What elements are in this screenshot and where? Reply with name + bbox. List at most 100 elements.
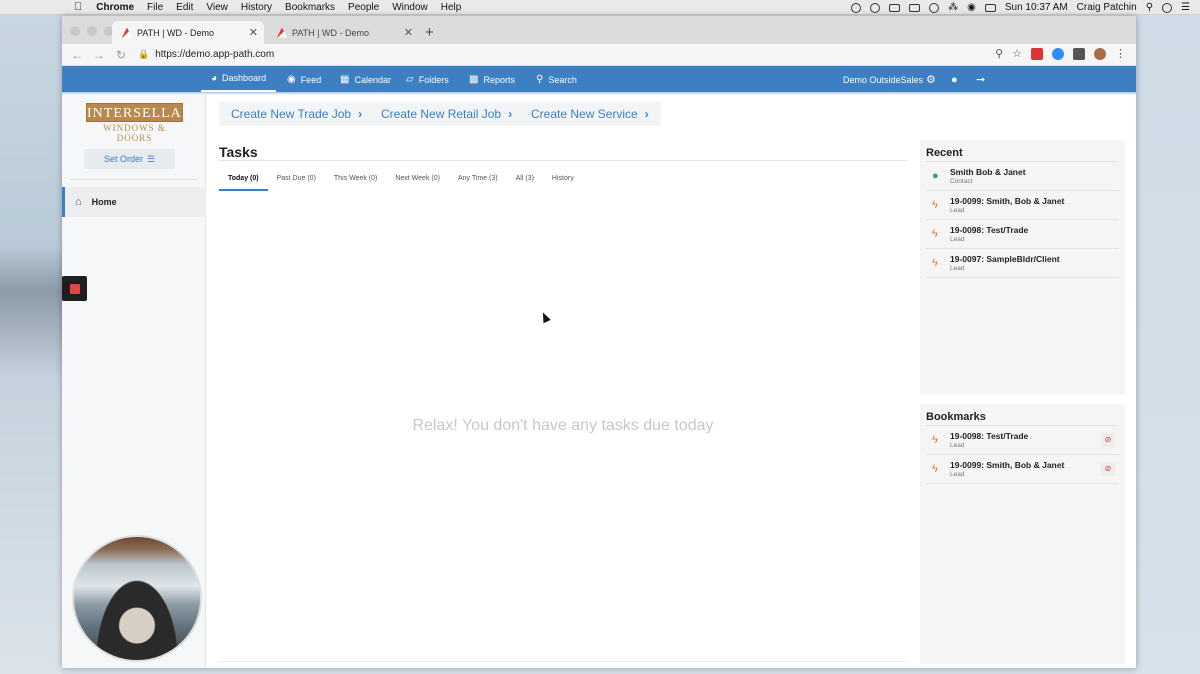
apple-icon[interactable]:  (74, 1, 82, 13)
battery-icon[interactable] (984, 3, 996, 12)
nav-reports[interactable]: ▩ Reports (469, 66, 515, 93)
recent-item-type: Lead (950, 236, 965, 243)
account-name[interactable]: Demo OutsideSales (843, 66, 923, 93)
create-trade-job-button[interactable]: Create New Trade Job › (219, 102, 375, 126)
status-icon[interactable] (909, 3, 921, 12)
profile-avatar[interactable] (1094, 47, 1106, 60)
zoom-extension-icon[interactable] (1052, 47, 1064, 60)
menu-history[interactable]: History (241, 2, 272, 13)
contact-person-icon: ● (932, 170, 939, 182)
recording-stop-button[interactable] (62, 276, 87, 301)
tab-this-week[interactable]: This Week (0) (325, 170, 386, 191)
address-bar[interactable]: https://demo.app-path.com (155, 49, 274, 60)
bookmark-star-icon[interactable]: ☆ (1012, 47, 1022, 60)
menu-help[interactable]: Help (441, 2, 462, 13)
wifi-icon[interactable]: ◉ (967, 2, 976, 13)
recent-item[interactable]: ϟ 19-0099: Smith, Bob & Janet Lead (926, 191, 1119, 220)
back-icon[interactable]: ← (70, 48, 84, 62)
minimize-window-button[interactable] (87, 26, 97, 36)
recent-item[interactable]: ● Smith Bob & Janet Contact (926, 162, 1119, 191)
chat-icon[interactable]: ● (951, 66, 958, 93)
new-tab-button[interactable]: + (425, 24, 434, 41)
menu-window[interactable]: Window (392, 2, 428, 13)
set-order-button[interactable]: Set Order ☰ (84, 149, 175, 169)
extension-icon[interactable] (1031, 47, 1043, 60)
app-nav-bar: ◕ Dashboard ◉ Feed ▦ Calendar ▱ Folders … (62, 66, 1136, 93)
nav-feed-label: Feed (300, 74, 322, 85)
tab-title: PATH | WD - Demo (292, 27, 370, 38)
company-logo[interactable]: INTERSELLAR WINDOWS & DOORS (86, 103, 191, 143)
lead-bolt-icon: ϟ (932, 434, 938, 446)
browser-menu-icon[interactable]: ⋮ (1115, 47, 1126, 60)
bookmark-item[interactable]: ϟ 19-0099: Smith, Bob & Janet Lead ⊘ (926, 455, 1119, 484)
nav-dashboard-label: Dashboard (222, 73, 267, 83)
recent-item[interactable]: ϟ 19-0097: SampleBldr/Client Lead (926, 249, 1119, 278)
menubar-user[interactable]: Craig Patchin (1077, 2, 1137, 13)
close-window-button[interactable] (70, 26, 80, 36)
remove-bookmark-icon[interactable]: ⊘ (1101, 433, 1115, 447)
chevron-right-icon: › (358, 107, 363, 121)
create-retail-job-label: Create New Retail Job (381, 107, 502, 121)
tab-today[interactable]: Today (0) (219, 170, 268, 191)
status-icon[interactable] (851, 2, 862, 13)
create-retail-job-button[interactable]: Create New Retail Job › (369, 102, 525, 126)
logo-bottom: WINDOWS & DOORS (103, 123, 166, 143)
lock-icon[interactable]: 🔒 (138, 49, 149, 60)
status-icon[interactable] (870, 2, 881, 13)
remove-bookmark-icon[interactable]: ⊘ (1101, 462, 1115, 476)
bookmark-item-name: 19-0099: Smith, Bob & Janet (950, 460, 1065, 470)
menu-file[interactable]: File (147, 2, 163, 13)
recent-title: Recent (926, 147, 963, 159)
recent-item-type: Lead (950, 207, 965, 214)
key-icon[interactable]: ⚲ (995, 47, 1003, 60)
lead-bolt-icon: ϟ (932, 257, 938, 269)
settings-gear-icon[interactable]: ⚙ (926, 66, 936, 93)
extension-icon[interactable] (1073, 47, 1085, 60)
siri-icon[interactable] (1162, 2, 1173, 13)
menu-bookmarks[interactable]: Bookmarks (285, 2, 335, 13)
logout-icon[interactable]: ➞ (976, 66, 985, 93)
nav-search[interactable]: ⚲ Search (536, 66, 577, 93)
browser-tab[interactable]: PATH | WD - Demo ✕ (267, 21, 419, 44)
menu-app-name[interactable]: Chrome (96, 2, 134, 13)
bookmark-item[interactable]: ϟ 19-0098: Test/Trade Lead ⊘ (926, 426, 1119, 455)
menu-view[interactable]: View (206, 2, 228, 13)
chevron-right-icon: › (644, 107, 649, 121)
webcam-overlay (72, 535, 202, 662)
tab-all[interactable]: All (3) (507, 170, 543, 191)
bookmark-item-name: 19-0098: Test/Trade (950, 431, 1029, 441)
recent-item-name: 19-0098: Test/Trade (950, 225, 1029, 235)
time-machine-icon[interactable] (929, 2, 940, 13)
tab-any-time[interactable]: Any Time (3) (449, 170, 507, 191)
notification-center-icon[interactable]: ☰ (1181, 2, 1190, 13)
nav-reports-label: Reports (483, 74, 515, 85)
browser-tab-active[interactable]: PATH | WD - Demo ✕ (112, 21, 264, 44)
reload-icon[interactable]: ↻ (114, 48, 128, 62)
forward-icon[interactable]: → (92, 48, 106, 62)
nav-dashboard[interactable]: ◕ Dashboard (201, 66, 277, 93)
recent-item[interactable]: ϟ 19-0098: Test/Trade Lead (926, 220, 1119, 249)
menu-edit[interactable]: Edit (176, 2, 193, 13)
bluetooth-icon[interactable]: ⁂ (948, 2, 958, 13)
browser-toolbar: ← → ↻ 🔒 https://demo.app-path.com ⚲ ☆ ⋮ (62, 44, 1136, 66)
account-label: Demo OutsideSales (843, 74, 924, 85)
tasks-divider (219, 160, 907, 161)
dropbox-icon[interactable] (889, 3, 901, 12)
nav-calendar[interactable]: ▦ Calendar (340, 66, 391, 93)
nav-folders-label: Folders (418, 74, 449, 85)
close-tab-icon[interactable]: ✕ (249, 26, 258, 39)
tab-past-due[interactable]: Past Due (0) (268, 170, 325, 191)
nav-folders[interactable]: ▱ Folders (406, 66, 449, 93)
close-tab-icon[interactable]: ✕ (404, 26, 413, 39)
sidebar-item-home[interactable]: ⌂ Home (62, 187, 206, 217)
chevron-right-icon: › (508, 107, 513, 121)
recent-item-type: Contact (950, 178, 973, 185)
nav-feed[interactable]: ◉ Feed (287, 66, 321, 93)
spotlight-search-icon[interactable]: ⚲ (1146, 2, 1153, 13)
menu-people[interactable]: People (348, 2, 379, 13)
menubar-clock[interactable]: Sun 10:37 AM (1005, 2, 1068, 13)
desktop-left (0, 14, 62, 674)
create-service-button[interactable]: Create New Service › (519, 102, 661, 126)
tab-history[interactable]: History (543, 170, 583, 191)
tab-next-week[interactable]: Next Week (0) (386, 170, 449, 191)
